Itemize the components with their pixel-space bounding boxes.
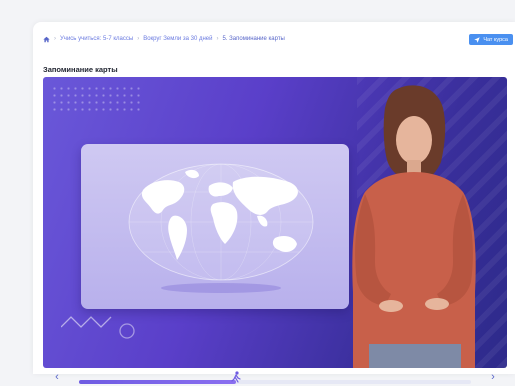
progress-track[interactable]: [79, 371, 471, 384]
course-chat-label: Чат курса: [483, 36, 508, 43]
progress-fill: [79, 380, 236, 384]
breadcrumb: › Учись учиться: 5-7 классы › Вокруг Зем…: [43, 33, 285, 45]
breadcrumb-item-course[interactable]: Вокруг Земли за 30 дней: [143, 36, 212, 42]
world-map-slide: [81, 144, 349, 309]
breadcrumb-separator: ›: [137, 36, 140, 42]
runner-icon[interactable]: [230, 371, 242, 383]
next-button[interactable]: ›: [487, 371, 499, 383]
decor-zigzag-icon: [61, 316, 135, 339]
breadcrumb-current: 5. Запоминание карты: [222, 36, 285, 42]
world-map-icon: [128, 163, 314, 293]
lesson-card: › Учись учиться: 5-7 классы › Вокруг Зем…: [33, 22, 515, 384]
send-icon: [474, 36, 481, 43]
breadcrumb-separator: ›: [216, 36, 219, 42]
course-chat-button[interactable]: Чат курса: [469, 34, 513, 45]
presenter-figure: [352, 85, 476, 368]
video-controls: ‹ ›: [43, 370, 507, 386]
video-player[interactable]: [43, 77, 507, 368]
breadcrumb-item-course-group[interactable]: Учись учиться: 5-7 классы: [60, 36, 133, 42]
previous-button[interactable]: ‹: [51, 371, 63, 383]
lesson-title: Запоминание карты: [43, 65, 118, 74]
decor-dot-pattern: [51, 85, 141, 115]
breadcrumb-separator: ›: [54, 36, 56, 42]
home-icon[interactable]: [43, 36, 50, 43]
